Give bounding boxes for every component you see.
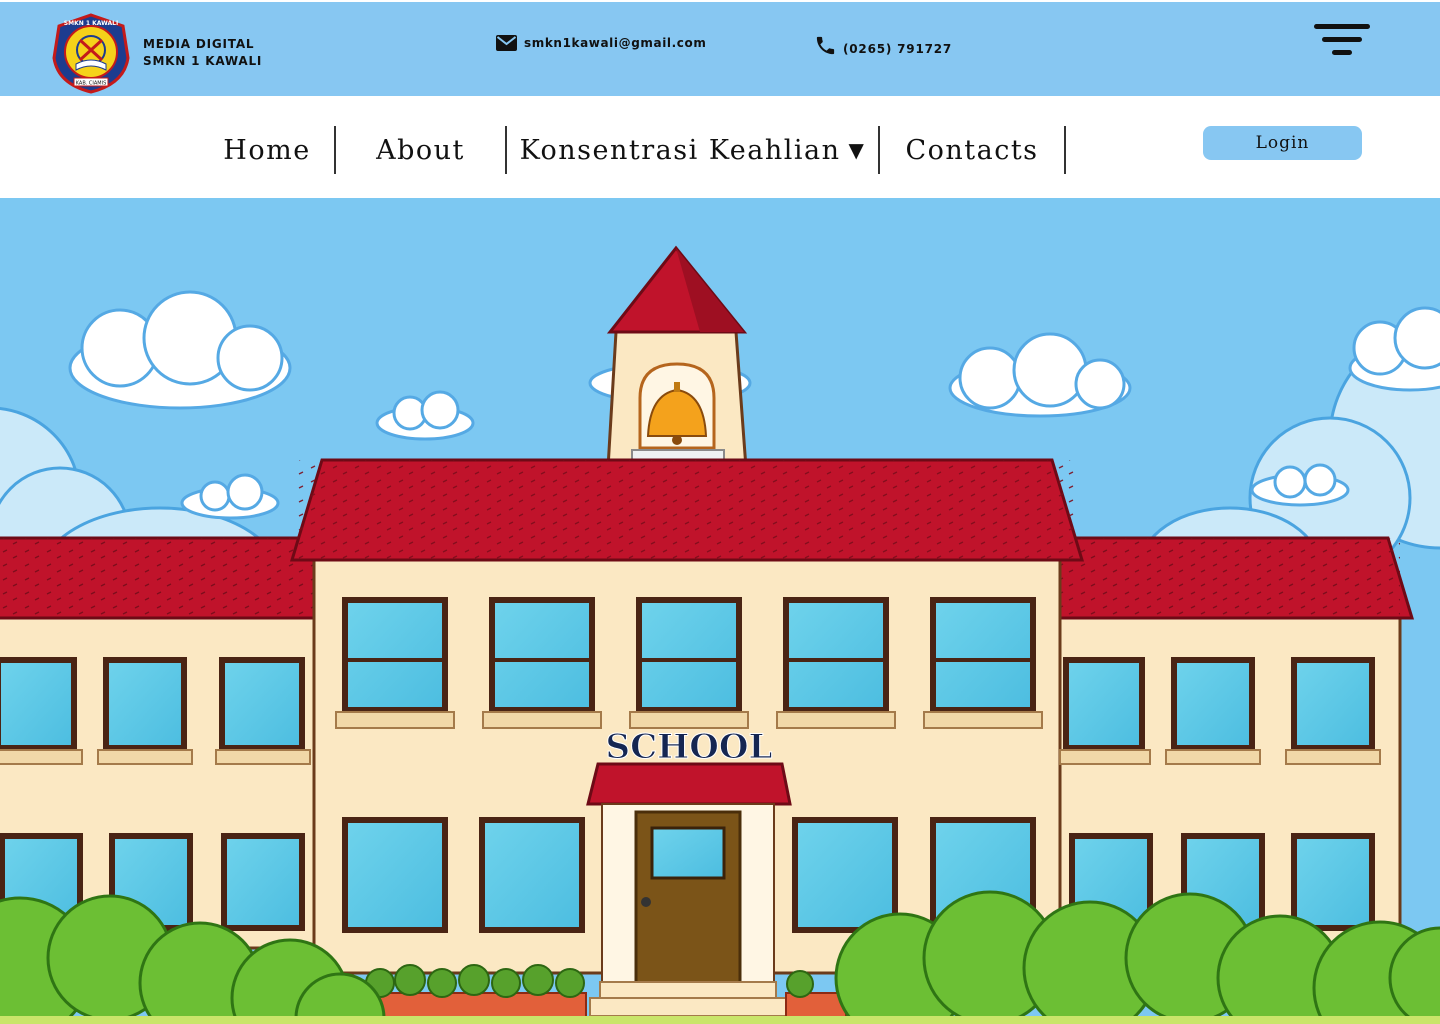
brand-line-1: MEDIA DIGITAL	[143, 37, 255, 51]
phone-text: (0265) 791727	[843, 41, 953, 56]
logo-bottom-text: KAB. CIAMIS	[76, 81, 107, 87]
nav-home-label: Home	[223, 134, 311, 166]
school-illustration: SCHOOL	[0, 198, 1440, 1024]
menu-line-middle	[1322, 37, 1362, 42]
nav-about-label: About	[376, 134, 465, 166]
ground	[0, 1016, 1440, 1024]
brand-line-2: SMKN 1 KAWALI	[143, 54, 263, 68]
email-text: smkn1kawali@gmail.com	[524, 36, 707, 50]
nav-about[interactable]: About	[336, 126, 507, 174]
caret-down-icon: ▼	[848, 138, 866, 162]
menu-line-bottom	[1332, 50, 1352, 55]
brand-name: MEDIA DIGITAL SMKN 1 KAWALI	[143, 36, 262, 70]
hero-illustration: SCHOOL	[0, 198, 1440, 1024]
entrance	[586, 762, 792, 1017]
menu-line-top	[1314, 24, 1370, 29]
school-logo[interactable]: KAB. CIAMIS SMKN 1 KAWALI	[50, 12, 132, 94]
nav-konsentrasi-label: Konsentrasi Keahlian	[519, 134, 841, 166]
nav-contacts[interactable]: Contacts	[880, 126, 1066, 174]
phone-contact[interactable]: (0265) 791727	[814, 34, 952, 57]
login-button[interactable]: Login	[1203, 126, 1362, 160]
phone-icon	[816, 36, 835, 55]
top-info-bar: KAB. CIAMIS SMKN 1 KAWALI MEDIA DIGITAL …	[0, 0, 1440, 96]
main-nav: Home About Konsentrasi Keahlian ▼ Contac…	[200, 126, 1066, 174]
hamburger-menu-icon[interactable]	[1314, 24, 1372, 60]
main-navbar: Home About Konsentrasi Keahlian ▼ Contac…	[0, 96, 1440, 198]
school-sign: SCHOOL	[606, 727, 773, 767]
nav-home[interactable]: Home	[200, 126, 336, 174]
nav-konsentrasi-keahlian[interactable]: Konsentrasi Keahlian ▼	[507, 126, 880, 174]
envelope-icon	[496, 35, 517, 51]
nav-contacts-label: Contacts	[905, 134, 1039, 166]
logo-top-text: SMKN 1 KAWALI	[64, 20, 118, 27]
email-contact[interactable]: smkn1kawali@gmail.com	[496, 35, 706, 51]
